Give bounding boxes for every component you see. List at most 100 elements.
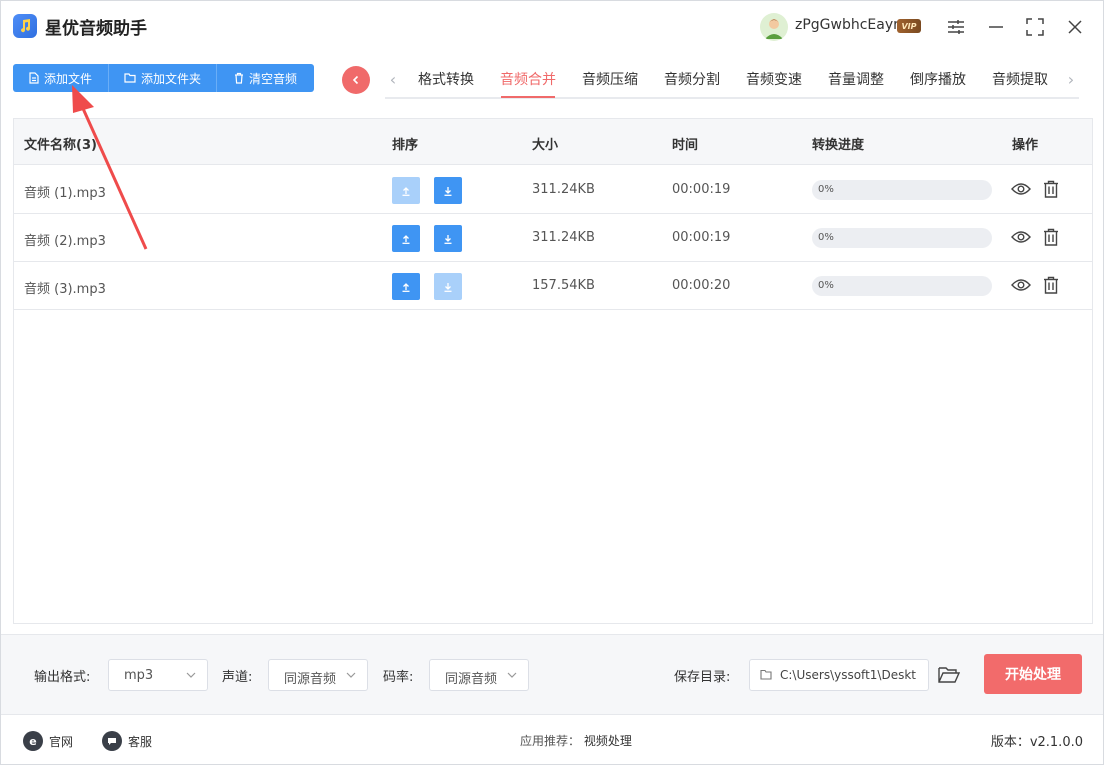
- collapse-sidebar-button[interactable]: [342, 66, 370, 94]
- table-row: 音频 (2).mp3 311.24KB 00:00:19 0%: [14, 214, 1092, 262]
- tab-audio-split[interactable]: 音频分割: [664, 69, 720, 89]
- support-label: 客服: [128, 734, 153, 749]
- website-label: 官网: [49, 734, 74, 749]
- bitrate-select[interactable]: 同源音频: [429, 659, 529, 691]
- user-avatar[interactable]: [760, 13, 788, 41]
- progress-text: 0%: [818, 184, 834, 195]
- move-up-button[interactable]: [392, 273, 420, 300]
- table-row: 音频 (3).mp3 157.54KB 00:00:20 0%: [14, 262, 1092, 310]
- tab-reverse-play[interactable]: 倒序播放: [910, 69, 966, 89]
- file-table: 文件名称(3) 排序 大小 时间 转换进度 操作 音频 (1).mp3 311.…: [13, 118, 1093, 624]
- delete-trash-icon[interactable]: [1040, 226, 1062, 248]
- arrow-down-icon: [444, 186, 452, 196]
- clear-audio-button[interactable]: 清空音频: [217, 64, 314, 92]
- footer: e 官网 客服 应用推荐： 视频处理 版本：v2.1.0.0: [1, 714, 1103, 764]
- format-select[interactable]: mp3: [108, 659, 208, 691]
- tab-scroll-right-icon[interactable]: ›: [1063, 69, 1079, 89]
- channel-select[interactable]: 同源音频: [268, 659, 368, 691]
- app-recommend: 应用推荐： 视频处理: [520, 732, 632, 749]
- delete-trash-icon[interactable]: [1040, 178, 1062, 200]
- header-progress: 转换进度: [812, 138, 865, 153]
- support-link[interactable]: 客服: [102, 731, 152, 751]
- move-down-button[interactable]: [434, 273, 462, 300]
- title-bar: 星优音频助手 zPgGwbhcEayr VIP: [1, 1, 1103, 53]
- function-tabs: ‹ 格式转换 音频合并 音频压缩 音频分割 音频变速 音量调整 倒序播放 音频提…: [385, 61, 1079, 99]
- ie-globe-icon: e: [23, 731, 43, 751]
- add-file-button[interactable]: 添加文件: [13, 64, 109, 92]
- progress-bar: 0%: [812, 228, 992, 248]
- add-folder-button[interactable]: 添加文件夹: [109, 64, 217, 92]
- minimize-icon[interactable]: [984, 15, 1008, 39]
- save-dir-label: 保存目录:: [674, 670, 731, 685]
- save-path-input[interactable]: C:\Users\yssoft1\Deskt: [749, 659, 929, 691]
- maximize-icon[interactable]: [1023, 15, 1047, 39]
- tab-audio-merge[interactable]: 音频合并: [500, 69, 556, 89]
- tab-scroll-left-icon[interactable]: ‹: [385, 69, 401, 89]
- chevron-down-icon: [186, 672, 196, 678]
- file-duration: 00:00:19: [672, 182, 731, 197]
- website-link[interactable]: e 官网: [23, 731, 73, 751]
- move-up-button[interactable]: [392, 225, 420, 252]
- folder-icon: [760, 669, 772, 680]
- header-size: 大小: [532, 138, 559, 153]
- arrow-down-icon: [444, 234, 452, 244]
- open-folder-icon[interactable]: [937, 664, 961, 686]
- file-toolbar: 添加文件 添加文件夹 清空音频: [13, 64, 314, 92]
- trash-icon: [234, 72, 243, 84]
- user-name[interactable]: zPgGwbhcEayr: [795, 17, 899, 33]
- channel-label: 声道:: [222, 670, 253, 685]
- preview-eye-icon[interactable]: [1010, 226, 1032, 248]
- settings-sliders-icon[interactable]: [944, 15, 968, 39]
- file-size: 157.54KB: [532, 278, 595, 293]
- file-name: 音频 (3).mp3: [24, 282, 106, 297]
- version-text: 版本：v2.1.0.0: [990, 735, 1083, 750]
- tab-audio-compress[interactable]: 音频压缩: [582, 69, 638, 89]
- channel-value: 同源音频: [284, 672, 337, 687]
- move-down-button[interactable]: [434, 177, 462, 204]
- preview-eye-icon[interactable]: [1010, 178, 1032, 200]
- recommend-label: 应用推荐：: [520, 734, 581, 748]
- bitrate-value: 同源音频: [445, 672, 498, 687]
- chevron-down-icon: [507, 672, 517, 678]
- folder-icon: [124, 73, 136, 83]
- file-name: 音频 (1).mp3: [24, 186, 106, 201]
- delete-trash-icon[interactable]: [1040, 274, 1062, 296]
- file-size: 311.24KB: [532, 182, 595, 197]
- bitrate-label: 码率:: [383, 670, 414, 685]
- file-size: 311.24KB: [532, 230, 595, 245]
- arrow-up-icon: [402, 186, 410, 196]
- tab-volume-adjust[interactable]: 音量调整: [828, 69, 884, 89]
- header-file-name: 文件名称(3): [24, 138, 97, 153]
- progress-text: 0%: [818, 232, 834, 243]
- chat-bubble-icon: [102, 731, 122, 751]
- table-header: 文件名称(3) 排序 大小 时间 转换进度 操作: [14, 119, 1092, 165]
- file-duration: 00:00:19: [672, 230, 731, 245]
- clear-audio-label: 清空音频: [248, 71, 297, 86]
- move-down-button[interactable]: [434, 225, 462, 252]
- arrow-up-icon: [402, 234, 410, 244]
- progress-bar: 0%: [812, 276, 992, 296]
- file-name: 音频 (2).mp3: [24, 234, 106, 249]
- format-label: 输出格式:: [34, 670, 91, 685]
- add-file-label: 添加文件: [43, 71, 92, 86]
- save-path-value: C:\Users\yssoft1\Deskt: [780, 668, 916, 682]
- file-duration: 00:00:20: [672, 278, 731, 293]
- recommend-video-link[interactable]: 视频处理: [584, 734, 632, 748]
- app-title: 星优音频助手: [45, 19, 147, 39]
- chevron-left-icon: [352, 75, 359, 85]
- header-time: 时间: [672, 138, 699, 153]
- active-tab-indicator: [501, 96, 555, 98]
- file-icon: [29, 72, 39, 84]
- tab-format-convert[interactable]: 格式转换: [418, 69, 474, 89]
- vip-badge: VIP: [897, 19, 921, 33]
- tab-audio-extract[interactable]: 音频提取: [992, 69, 1048, 89]
- arrow-up-icon: [402, 282, 410, 292]
- close-icon[interactable]: [1063, 15, 1087, 39]
- move-up-button[interactable]: [392, 177, 420, 204]
- progress-bar: 0%: [812, 180, 992, 200]
- header-action: 操作: [1012, 138, 1039, 153]
- tab-audio-speed[interactable]: 音频变速: [746, 69, 802, 89]
- start-processing-button[interactable]: 开始处理: [984, 654, 1082, 694]
- preview-eye-icon[interactable]: [1010, 274, 1032, 296]
- arrow-down-icon: [444, 282, 452, 292]
